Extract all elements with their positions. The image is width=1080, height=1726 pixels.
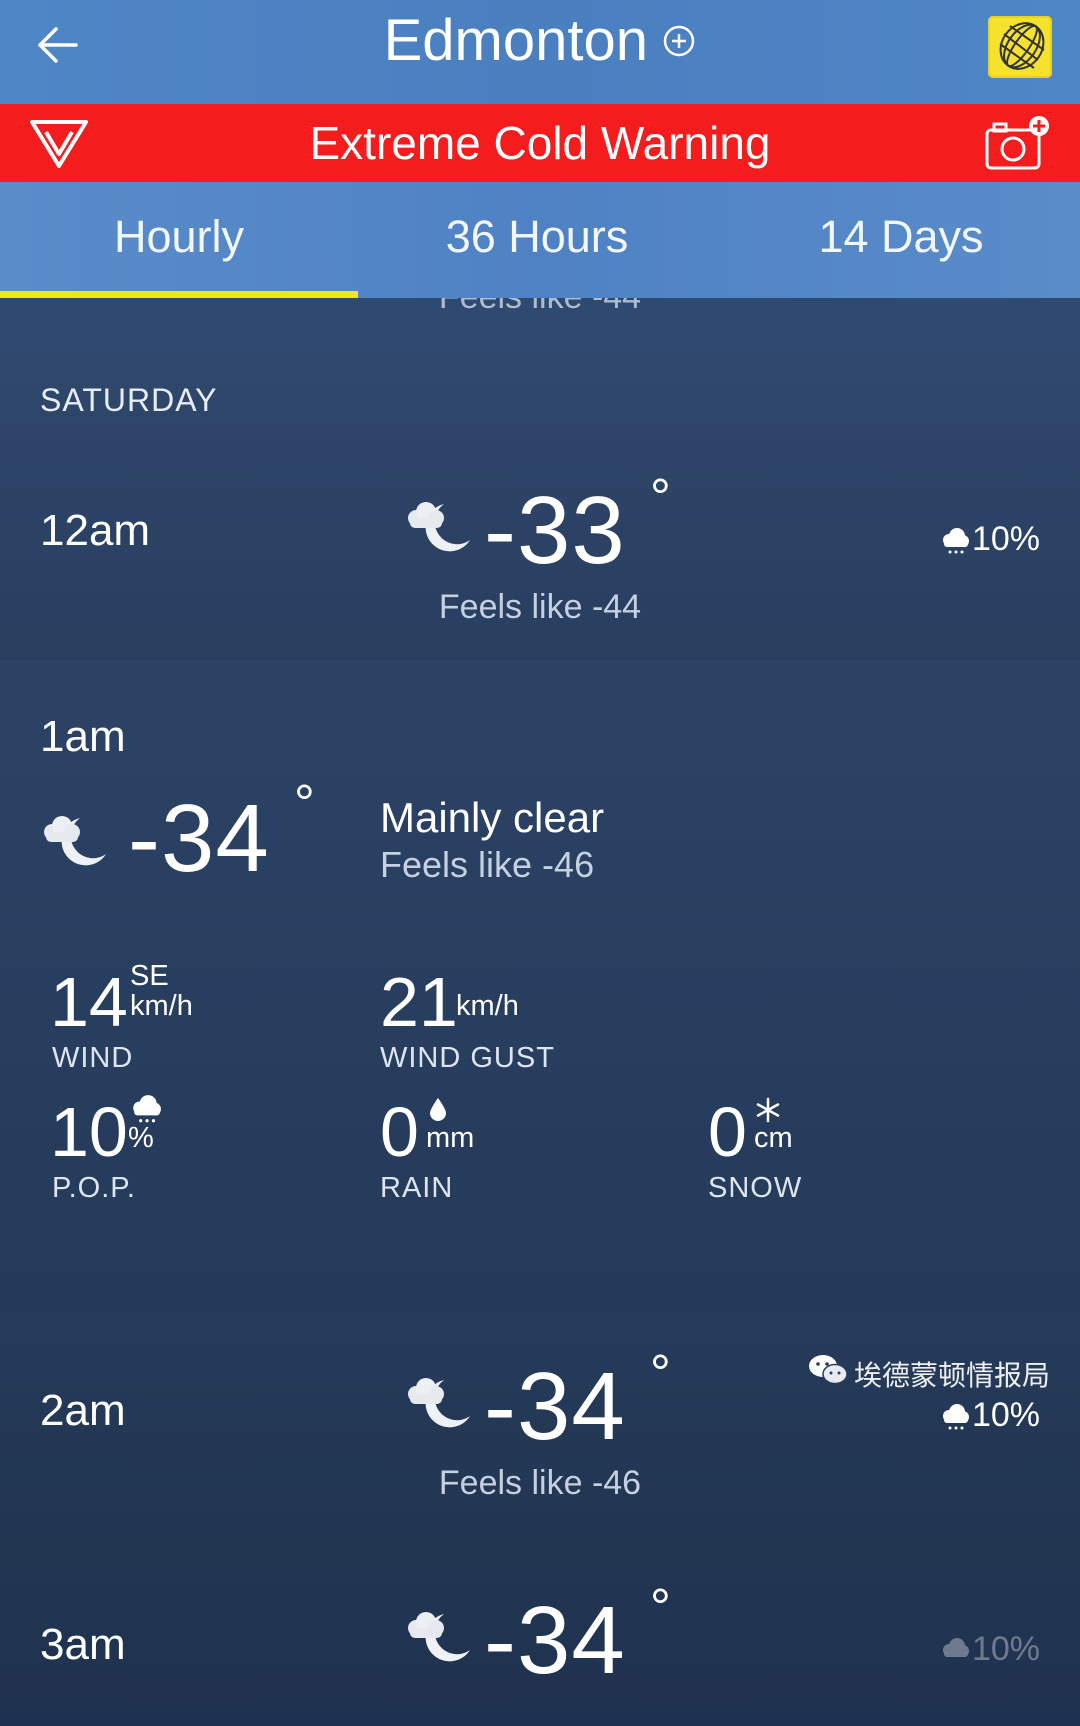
active-tab-indicator [0,291,358,298]
wind-gust-unit: km/h [456,990,519,1022]
moon-cloud-icon [408,1378,470,1428]
hourly-row-12am[interactable]: 12am -33 ° Feels like -44 10% [0,454,1080,662]
pop-unit: % [128,1122,154,1154]
pop-label: P.O.P. [52,1172,136,1204]
rain-cloud-icon [942,1638,969,1658]
temperature: -33 [484,477,626,584]
raindrop-icon [430,1098,446,1121]
snow-unit: cm [754,1122,793,1154]
precip-chance: 10% [940,520,1040,559]
snowflake-icon [756,1097,780,1123]
hour-label: 12am [40,506,151,555]
alert-title: Extreme Cold Warning [309,117,771,169]
city-title: Edmonton [0,0,1080,82]
watermark: 埃德蒙顿情报局 [808,1348,1050,1392]
snow-amount: 0 [708,1093,747,1171]
wind-gust-label: WIND GUST [380,1042,555,1074]
rain-cloud-icon [133,1095,161,1123]
feels-like-text: Feels like -46 [438,1464,642,1502]
tab-14-days[interactable]: 14 Days [722,182,1080,298]
app-header: Edmonton [0,0,1080,104]
degree-symbol: ° [650,1579,671,1637]
tab-hourly[interactable]: Hourly [0,182,358,298]
rain-amount: 0 [380,1093,419,1171]
wind-speed: 14 [50,963,128,1041]
wind-direction: SE [130,960,169,992]
wind-unit: km/h [130,990,193,1022]
hourly-row-previous[interactable]: Feels like -44 [0,298,1080,344]
city-name[interactable]: Edmonton [384,0,648,82]
camera-plus-icon[interactable] [984,114,1052,172]
temperature: -34 [484,1353,626,1460]
wind-gust-speed: 21 [380,963,458,1041]
rain-cloud-icon [942,528,969,554]
precip-chance: 10% [940,1630,1040,1669]
precip-chance: 10% [940,1396,1040,1435]
hour-label: 1am [40,712,126,761]
temperature: -34 [128,785,270,892]
forecast-tabs: Hourly 36 Hours 14 Days [0,182,1080,298]
rain-cloud-icon [942,1404,969,1430]
degree-symbol: ° [650,1345,671,1403]
feels-like-text: Feels like -44 [0,298,1080,317]
condition-text: Mainly clear [380,794,605,841]
tab-36-hours[interactable]: 36 Hours [358,182,716,298]
feels-like-text: Feels like -44 [438,588,642,626]
hour-label: 2am [40,1386,126,1435]
day-label: SATURDAY [40,382,218,418]
rain-label: RAIN [380,1172,454,1204]
degree-symbol: ° [650,469,671,527]
hourly-forecast-list[interactable]: Feels like -44 SATURDAY 12am -33 ° Feels… [0,298,1080,1726]
feels-like-text: Feels like -46 [380,844,595,885]
watermark-text: 埃德蒙顿情报局 [854,1360,1051,1391]
moon-cloud-icon [408,502,470,552]
rain-unit: mm [426,1122,475,1154]
weather-alert-banner[interactable]: Extreme Cold Warning [0,104,1080,182]
moon-cloud-icon [408,1612,470,1662]
temperature: -34 [484,1587,626,1694]
wind-label: WIND [52,1042,134,1074]
globe-logo-icon[interactable] [988,16,1052,78]
moon-cloud-icon [44,816,106,866]
circle-plus-icon[interactable] [662,24,696,58]
wechat-icon [809,1355,848,1385]
pop-value: 10 [50,1093,128,1171]
hourly-row-3am[interactable]: 3am -34 ° 10% [0,1546,1080,1726]
degree-symbol: ° [294,775,315,833]
precip-value: 10% [971,520,1040,558]
precip-value: 10% [971,1396,1040,1434]
day-header: SATURDAY [0,342,1080,454]
hour-label: 3am [40,1620,126,1669]
snow-label: SNOW [708,1172,803,1204]
precip-value: 10% [971,1630,1040,1668]
hourly-row-1am-expanded[interactable]: 1am -34 ° Mainly clear Feels like -46 14… [0,660,1080,1314]
